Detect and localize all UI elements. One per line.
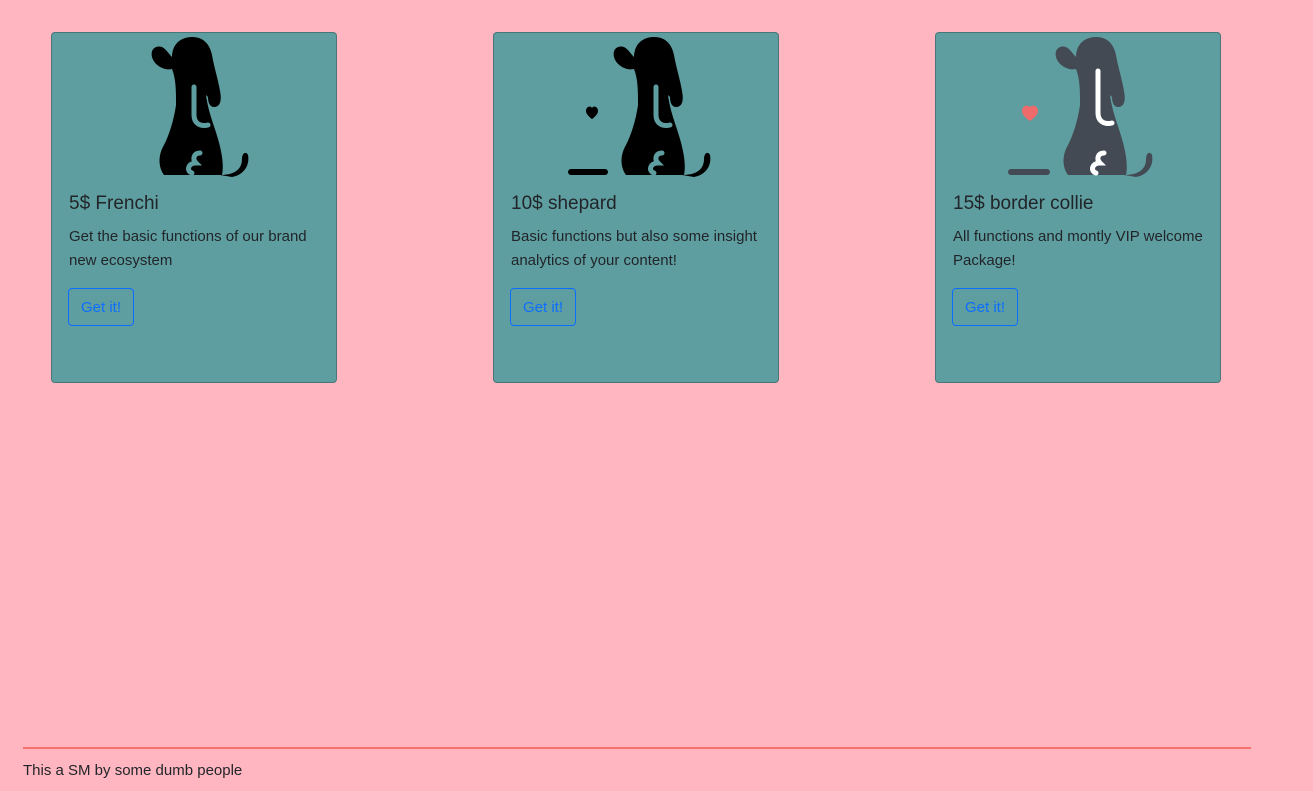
pricing-card: 10$ shepard Basic functions but also som… <box>493 32 779 383</box>
card-title: 10$ shepard <box>511 193 617 214</box>
ground-line <box>568 169 608 175</box>
page: 5$ Frenchi Get the basic functions of ou… <box>0 0 1313 791</box>
card-description: Get the basic functions of our brand new… <box>69 228 307 269</box>
pricing-card: 15$ border collie All functions and mont… <box>935 32 1221 383</box>
get-it-button[interactable]: Get it! <box>68 288 135 326</box>
get-it-button[interactable]: Get it! <box>510 288 577 326</box>
card-image <box>52 33 336 179</box>
heart-icon <box>586 106 598 119</box>
dog-sitting-icon <box>151 37 249 177</box>
card-image <box>936 33 1220 179</box>
card-image <box>494 33 778 179</box>
get-it-button[interactable]: Get it! <box>952 288 1019 326</box>
card-title: 5$ Frenchi <box>69 193 159 214</box>
footer-text: This a SM by some dumb people <box>23 762 243 779</box>
heart-icon <box>1022 105 1038 121</box>
dog-with-heart-icon <box>1008 37 1153 177</box>
card-description: Basic functions but also some insight an… <box>511 228 757 269</box>
card-title: 15$ border collie <box>953 193 1094 214</box>
footer-divider <box>23 747 1251 749</box>
ground-line <box>1008 169 1050 175</box>
card-description: All functions and montly VIP welcome Pac… <box>953 228 1203 269</box>
dog-with-heart-icon <box>568 37 711 177</box>
pricing-card: 5$ Frenchi Get the basic functions of ou… <box>51 32 337 383</box>
